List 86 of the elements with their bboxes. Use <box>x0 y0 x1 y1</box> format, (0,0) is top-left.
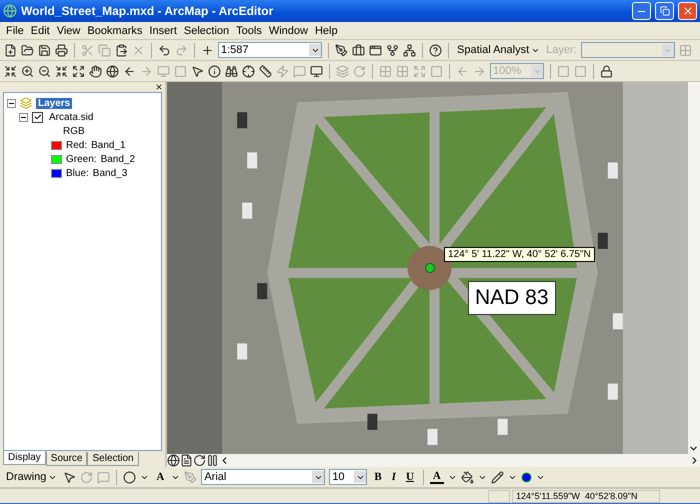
collapse-toggle[interactable] <box>7 98 16 108</box>
menu-item[interactable]: Selection <box>184 24 230 36</box>
new-file-icon[interactable] <box>4 44 17 56</box>
viewer-icon[interactable] <box>310 64 323 78</box>
find-icon[interactable] <box>225 64 238 78</box>
pan-icon[interactable] <box>89 64 102 78</box>
help-pointer-icon[interactable] <box>429 44 442 56</box>
font-dropdown[interactable]: Arial <box>201 469 326 485</box>
fixed-zoom-out-icon[interactable] <box>72 64 85 78</box>
scale-field[interactable]: 1:587 <box>218 42 322 58</box>
font-color-button[interactable]: A <box>430 470 444 484</box>
menu-item[interactable]: Edit <box>30 24 50 36</box>
minimize-button[interactable] <box>632 2 651 20</box>
point-icon[interactable] <box>123 470 136 484</box>
panel-tab[interactable]: Display <box>3 451 46 465</box>
layer-item[interactable]: Arcata.sid <box>47 112 96 122</box>
coordinates-readout: 124°5'11.559"W 40°52'8.09"N <box>512 490 660 502</box>
band-channel: Red: <box>66 140 88 150</box>
line-color-icon[interactable] <box>490 470 504 484</box>
measure-icon[interactable] <box>259 64 272 78</box>
menu-item[interactable]: Tools <box>236 24 262 36</box>
font-size-dropdown[interactable]: 10 <box>329 469 368 485</box>
pointer-icon[interactable] <box>191 64 204 78</box>
layer-label: Layer: <box>546 44 577 56</box>
layer-group-item[interactable]: Layers <box>36 98 72 108</box>
paste-icon[interactable] <box>115 44 128 56</box>
info-icon[interactable] <box>208 64 221 78</box>
coordinate-tooltip: 124° 5' 11.22" W, 40° 52' 6.75"N <box>444 247 595 262</box>
panel-tab[interactable]: Source <box>46 452 88 466</box>
window-title: World_Street_Map.mxd - ArcMap - ArcEditor <box>21 4 274 18</box>
tree-diagram-icon[interactable] <box>386 44 399 56</box>
save-icon[interactable] <box>38 44 51 56</box>
fixed-zoom-in-icon[interactable] <box>55 64 68 78</box>
layer-checkbox[interactable] <box>32 112 43 122</box>
undo-icon[interactable] <box>158 44 171 56</box>
dropdown-arrow-button[interactable] <box>309 44 321 56</box>
zoom-out-icon[interactable] <box>38 64 51 78</box>
zoom-in-icon[interactable] <box>21 64 34 78</box>
italic-button[interactable]: I <box>388 471 399 483</box>
menu-item[interactable]: File <box>6 24 24 36</box>
restore-button[interactable] <box>655 2 674 20</box>
open-folder-icon[interactable] <box>21 44 34 56</box>
band-channel: Blue: <box>66 168 89 178</box>
back-arrow-icon[interactable] <box>123 64 136 78</box>
pause-icon[interactable] <box>206 454 219 467</box>
data-view-icon[interactable] <box>167 454 180 467</box>
marker-color-icon[interactable] <box>520 472 532 482</box>
pointer-icon[interactable] <box>63 470 76 484</box>
layers-icon <box>20 97 32 109</box>
close-icon <box>682 5 694 17</box>
menu-item[interactable]: View <box>56 24 80 36</box>
band-name: Band_2 <box>100 154 136 164</box>
menu-item[interactable]: Insert <box>149 24 177 36</box>
lock-icon[interactable] <box>600 64 613 78</box>
layout-view-icon[interactable] <box>180 454 193 467</box>
drawing-menu[interactable]: Drawing <box>4 471 60 483</box>
bold-button[interactable]: B <box>371 471 385 483</box>
menu-item[interactable]: Bookmarks <box>87 24 142 36</box>
fill-color-icon[interactable] <box>460 470 474 484</box>
band-name: Band_1 <box>91 140 126 150</box>
underline-button[interactable]: U <box>402 471 417 483</box>
printer-icon[interactable] <box>55 44 68 56</box>
band-channel: Green: <box>66 154 97 164</box>
text-tool-button[interactable]: A <box>153 471 168 483</box>
menu-item[interactable]: Window <box>268 24 308 36</box>
dropdown-arrow-button[interactable] <box>312 471 324 483</box>
editor-pen-icon[interactable] <box>335 44 348 56</box>
window-icon[interactable] <box>369 44 382 56</box>
globe-icon[interactable] <box>106 64 119 78</box>
dropdown-arrow-button[interactable] <box>354 471 366 483</box>
add-data-icon[interactable] <box>201 44 214 56</box>
restore-icon <box>660 6 670 16</box>
close-button[interactable] <box>678 2 697 20</box>
refresh-icon[interactable] <box>193 454 206 467</box>
toolbox-icon[interactable] <box>352 44 365 56</box>
panel-tab[interactable]: Selection <box>87 452 139 466</box>
close-icon[interactable] <box>155 83 163 91</box>
menu-item[interactable]: Help <box>314 24 338 36</box>
spatial-analyst-menu[interactable]: Spatial Analyst <box>455 44 542 56</box>
full-extent-icon[interactable] <box>4 64 17 78</box>
globe-icon <box>3 4 17 18</box>
collapse-toggle[interactable] <box>19 112 28 122</box>
legend-title: RGB <box>63 126 85 136</box>
map-text-label[interactable]: NAD 83 <box>468 281 556 315</box>
band-name: Band_3 <box>92 168 128 178</box>
network-icon[interactable] <box>403 44 416 56</box>
